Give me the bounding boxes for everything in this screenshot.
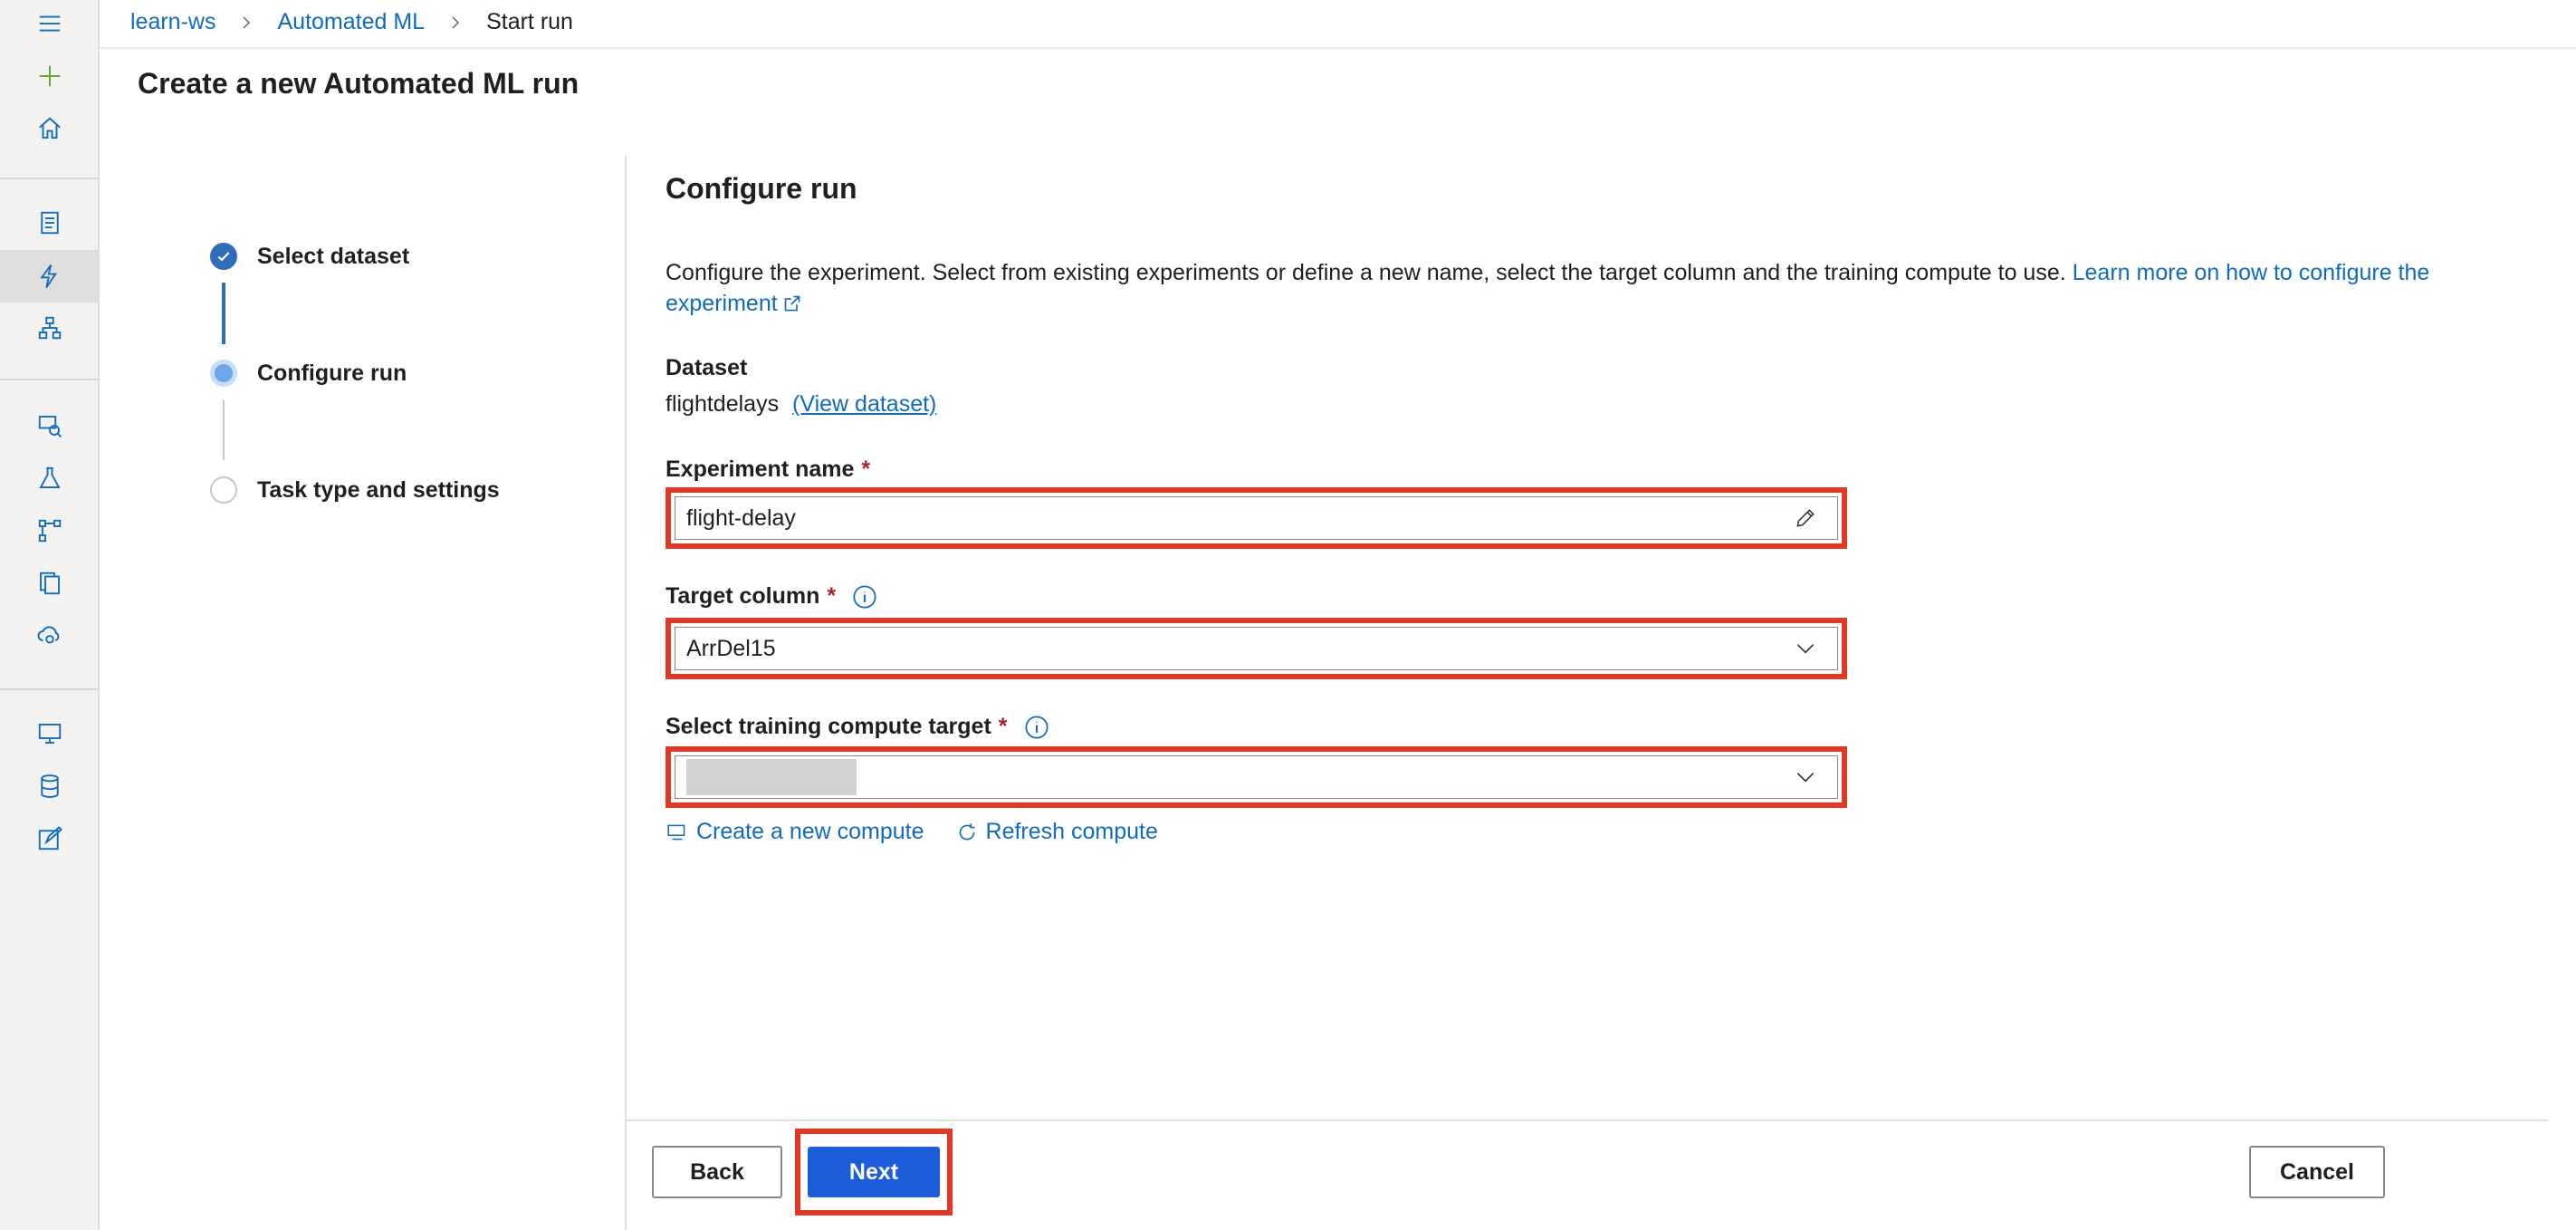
form-description: Configure the experiment. Select from ex…	[666, 257, 2440, 319]
edit-pencil-icon[interactable]	[1794, 506, 1817, 530]
step-connector	[222, 283, 225, 344]
pipelines-icon[interactable]	[28, 509, 72, 553]
models-icon[interactable]	[28, 562, 72, 605]
panel-divider	[625, 156, 627, 1230]
compute-icon	[666, 821, 696, 844]
chevron-right-icon	[239, 15, 254, 30]
step-configure-run[interactable]: Configure run	[210, 360, 407, 387]
experiments-icon[interactable]	[28, 456, 72, 500]
plus-icon[interactable]	[28, 54, 72, 98]
datastores-icon[interactable]	[28, 764, 72, 808]
experiment-name-label: Experiment name *	[666, 456, 871, 482]
redacted-compute-value	[686, 759, 857, 795]
step-label: Configure run	[257, 360, 407, 386]
breadcrumb-automated-ml[interactable]: Automated ML	[277, 9, 425, 35]
home-icon[interactable]	[28, 107, 72, 150]
target-column-value: ArrDel15	[686, 635, 776, 661]
top-bar: learn-ws Automated ML Start run	[100, 0, 2576, 49]
step-connector	[223, 400, 225, 460]
external-link-icon	[778, 291, 801, 316]
notebook-icon[interactable]	[28, 201, 72, 245]
left-nav-rail	[0, 0, 100, 1230]
next-button[interactable]: Next	[808, 1147, 940, 1197]
required-marker: *	[998, 714, 1008, 739]
automl-icon[interactable]	[28, 255, 72, 298]
required-marker: *	[827, 583, 837, 609]
breadcrumb-current: Start run	[486, 9, 573, 34]
dataset-name: flightdelays	[666, 391, 780, 417]
chevron-right-icon	[448, 15, 463, 30]
datasets-icon[interactable]	[28, 404, 72, 447]
compute-target-label: Select training compute target *	[666, 714, 1049, 740]
page-title: Create a new Automated ML run	[138, 67, 579, 100]
info-icon[interactable]	[1024, 715, 1049, 740]
refresh-icon	[955, 821, 986, 844]
checkmark-icon	[210, 243, 237, 270]
description-text: Configure the experiment. Select from ex…	[666, 260, 2066, 285]
compute-target-dropdown[interactable]	[666, 746, 1847, 808]
pending-step-indicator	[210, 476, 237, 504]
refresh-compute-link[interactable]: Refresh compute	[955, 819, 1158, 845]
hamburger-icon[interactable]	[28, 2, 72, 45]
required-marker: *	[861, 456, 871, 482]
target-column-label: Target column *	[666, 583, 877, 610]
compute-links: Create a new compute Refresh compute	[666, 819, 1158, 845]
dataset-label: Dataset	[666, 355, 748, 380]
dataset-value: flightdelays (View dataset)	[666, 391, 936, 418]
breadcrumb: learn-ws Automated ML Start run	[130, 9, 573, 35]
step-task-type[interactable]: Task type and settings	[210, 476, 500, 504]
step-label: Task type and settings	[257, 476, 500, 503]
footer-divider	[627, 1119, 2548, 1121]
cancel-button[interactable]: Cancel	[2249, 1146, 2385, 1198]
nav-separator	[0, 688, 100, 690]
back-button[interactable]: Back	[652, 1146, 782, 1198]
designer-icon[interactable]	[28, 306, 72, 350]
current-step-indicator	[210, 360, 237, 387]
step-label: Select dataset	[257, 243, 410, 269]
view-dataset-link[interactable]: (View dataset)	[792, 391, 936, 417]
nav-separator	[0, 178, 100, 179]
nav-separator	[0, 379, 100, 380]
endpoints-icon[interactable]	[28, 614, 72, 658]
chevron-down-icon	[1794, 637, 1817, 660]
experiment-name-value[interactable]: flight-delay	[686, 505, 796, 532]
section-heading: Configure run	[666, 172, 857, 205]
chevron-down-icon	[1794, 765, 1817, 789]
step-select-dataset[interactable]: Select dataset	[210, 243, 409, 270]
compute-icon[interactable]	[28, 712, 72, 755]
target-column-dropdown[interactable]: ArrDel15	[666, 618, 1847, 679]
experiment-name-field[interactable]: flight-delay	[666, 487, 1847, 549]
breadcrumb-workspace[interactable]: learn-ws	[130, 9, 215, 35]
info-icon[interactable]	[852, 584, 877, 610]
data-labeling-icon[interactable]	[28, 817, 72, 860]
create-compute-link[interactable]: Create a new compute	[666, 819, 924, 845]
